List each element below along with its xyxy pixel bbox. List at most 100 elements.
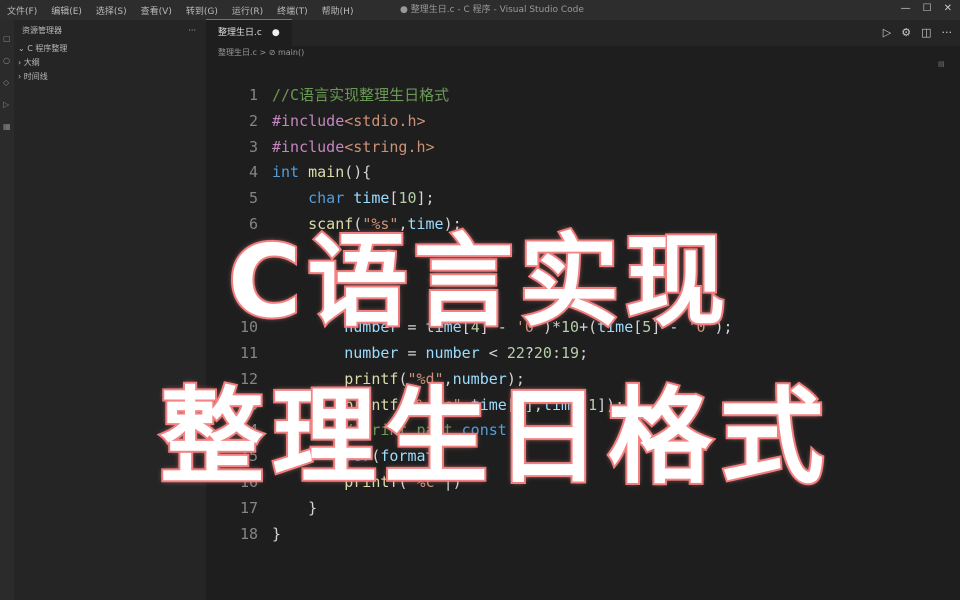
menu-item[interactable]: 终端(T) (270, 4, 315, 17)
code-line: 6 scanf("%s",time); (206, 211, 960, 237)
minimize-icon[interactable]: — (901, 3, 911, 14)
menu-item[interactable]: 编辑(E) (44, 4, 89, 17)
line-text: char time[10]; (272, 185, 434, 211)
split-editor-icon[interactable]: ◫ (921, 26, 931, 39)
maximize-icon[interactable]: ☐ (923, 3, 932, 14)
menu-item[interactable]: 选择(S) (89, 4, 134, 17)
code-token: number (452, 369, 507, 388)
code-token: 10 (561, 318, 580, 337)
code-token: 5 (642, 318, 652, 337)
line-text: #include<stdio.h> (272, 108, 426, 134)
line-number: 3 (248, 137, 258, 156)
code-token: format (380, 447, 435, 466)
line-number: 12 (239, 369, 258, 388)
tab-file[interactable]: 整理生日.c ● (206, 19, 292, 46)
sidebar-item-folder[interactable]: ⌄ C 程序整理 (14, 42, 206, 56)
code-token: printf (344, 369, 399, 388)
line-number: 16 (239, 473, 258, 491)
line-number: 1 (248, 86, 258, 104)
code-token: [ (633, 318, 643, 337)
code-token: : (551, 344, 561, 362)
menu-item[interactable]: 帮助(H) (315, 4, 361, 17)
line-number: 17 (239, 498, 258, 517)
search-icon[interactable]: ○ (3, 56, 11, 65)
line-number: 6 (248, 215, 258, 233)
code-token: )* (542, 318, 561, 337)
code-token: ] - (651, 318, 688, 337)
line-number: 2 (248, 111, 258, 130)
code-token: scanf (308, 215, 354, 233)
sidebar-item-timeline[interactable]: › 时间线 (14, 70, 206, 84)
tab-bar: 整理生日.c ● (206, 19, 960, 46)
code-token: number (344, 344, 399, 362)
menu-item[interactable]: 文件(F) (0, 4, 44, 17)
code-token: '0' (515, 318, 543, 337)
run-debug-icon[interactable]: ▷ (3, 100, 11, 109)
code-token: ); (714, 318, 733, 337)
settings-icon[interactable]: ⚙ (901, 26, 911, 39)
code-token: char (308, 189, 354, 208)
code-token: //Print part (344, 421, 453, 440)
more-icon[interactable]: ··· (942, 26, 953, 39)
code-token: time (597, 318, 634, 337)
code-token: int (272, 163, 309, 182)
sidebar-item-outline[interactable]: › 大纲 (14, 56, 206, 70)
close-icon[interactable]: ✕ (944, 3, 952, 14)
code-token: , (461, 395, 471, 414)
code-token: "%c" (407, 473, 444, 491)
explorer-icon[interactable]: ▢ (3, 34, 11, 43)
sidebar-header: 资源管理器 ··· (14, 20, 206, 42)
code-token: <stdio.h> (344, 111, 426, 130)
unsaved-dot-icon[interactable]: ● (272, 20, 280, 46)
source-control-icon[interactable]: ◇ (3, 78, 11, 87)
breadcrumb[interactable]: 整理生日.c > ⊘ main() (206, 46, 960, 60)
code-token: ); (506, 369, 525, 388)
code-token: const (461, 421, 507, 440)
code-token: 0 (515, 395, 525, 414)
menu-item[interactable]: 查看(V) (134, 4, 179, 17)
code-line: 15 for(format (206, 443, 960, 469)
code-token: number (344, 318, 399, 337)
code-line: 13 printf("%c%c",time[0],time[1]); (206, 392, 960, 418)
code-token: "%s" (362, 215, 399, 233)
code-token: time (470, 395, 507, 414)
code-line: 11 number = number < 22?20:19; (206, 340, 960, 366)
code-token: |) (443, 473, 462, 491)
minimap[interactable]: ▤ (938, 60, 956, 70)
code-line: 1 //C语言实现整理生日格式 (206, 82, 960, 108)
line-number: 10 (239, 318, 258, 337)
line-text: for(format (272, 443, 435, 469)
code-line: 4 int main(){ (206, 159, 960, 185)
code-token: "%d" (407, 369, 444, 388)
code-line: 5 char time[10]; (206, 185, 960, 211)
code-token: < (479, 344, 507, 362)
line-text: printf("%c"|) (272, 469, 462, 495)
line-number: 5 (248, 189, 258, 208)
line-text: scanf("%s",time); (272, 211, 462, 237)
menu-item[interactable]: 转到(G) (179, 4, 225, 17)
code-token: 10 (398, 189, 417, 208)
menu-item[interactable]: 运行(R) (225, 4, 270, 17)
extensions-icon[interactable]: ▦ (3, 122, 11, 131)
code-token: '0' (687, 318, 715, 337)
window-title: ● 整理生日.c - C 程序 - Visual Studio Code (400, 5, 584, 15)
line-text: printf("%d",number); (272, 366, 525, 392)
code-line: 17 } (206, 495, 960, 521)
code-token: ( (353, 215, 363, 233)
line-text: } (272, 521, 281, 547)
line-number: 18 (239, 524, 258, 543)
line-text: //C语言实现整理生日格式 (272, 82, 449, 108)
run-icon[interactable]: ▷ (883, 26, 891, 39)
more-actions-icon[interactable]: ··· (188, 20, 196, 42)
code-token: +( (579, 318, 598, 337)
code-token: 1 (588, 395, 598, 414)
code-token: [ (506, 395, 516, 414)
editor: 整理生日.c ● ▷ ⚙ ◫ ··· 整理生日.c > ⊘ main() ▤ 1 /… (206, 19, 960, 600)
code-token: ? (524, 344, 534, 362)
